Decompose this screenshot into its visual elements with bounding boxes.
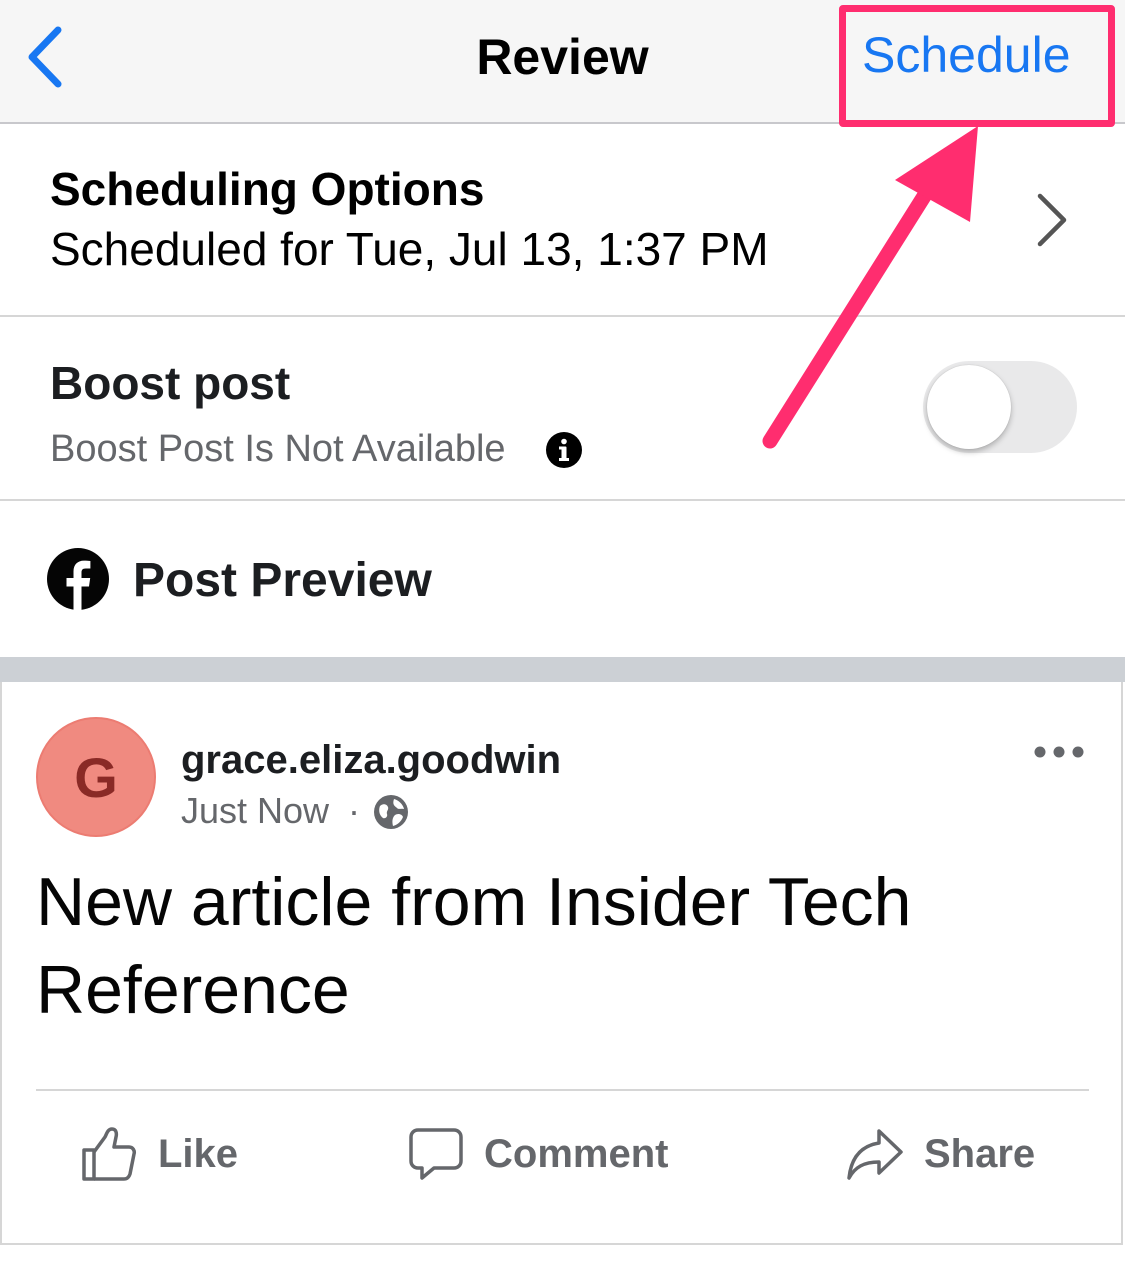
boost-post-toggle[interactable]: [923, 361, 1077, 453]
boost-post-status: Boost Post Is Not Available: [50, 428, 506, 470]
like-button[interactable]: Like: [80, 1122, 238, 1186]
post-preview-title: Post Preview: [133, 554, 432, 607]
toggle-knob: [927, 365, 1011, 449]
divider: [36, 1089, 1089, 1091]
share-arrow-icon: [847, 1129, 903, 1180]
share-button[interactable]: Share: [846, 1122, 1035, 1186]
more-horizontal-icon[interactable]: [1032, 735, 1086, 769]
post-timestamp: Just Now: [181, 790, 330, 831]
separator-dot: ·: [348, 790, 360, 831]
section-separator: [0, 657, 1125, 682]
scheduled-time: Scheduled for Tue, Jul 13, 1:37 PM: [50, 223, 769, 275]
like-label: Like: [158, 1131, 239, 1176]
post-text: New article from Insider Tech Reference: [36, 864, 912, 1028]
post-username[interactable]: grace.eliza.goodwin: [181, 738, 561, 783]
boost-post-title: Boost post: [50, 357, 291, 409]
divider: [0, 315, 1125, 317]
comment-bubble-icon: [409, 1128, 463, 1180]
navigation-bar: Review Schedule: [0, 0, 1125, 124]
comment-button[interactable]: Comment: [408, 1122, 668, 1186]
avatar[interactable]: G: [36, 717, 156, 837]
facebook-logo-icon: [47, 548, 109, 610]
divider: [0, 499, 1125, 501]
schedule-button[interactable]: Schedule: [862, 26, 1071, 84]
globe-icon: [374, 795, 408, 829]
scheduling-options-row[interactable]: [0, 124, 1125, 315]
info-icon[interactable]: [546, 432, 582, 468]
scheduling-options-title: Scheduling Options: [50, 163, 485, 215]
thumbs-up-icon: [82, 1127, 136, 1181]
share-label: Share: [924, 1131, 1036, 1176]
chevron-right-icon[interactable]: [1028, 190, 1072, 250]
comment-label: Comment: [484, 1131, 669, 1176]
